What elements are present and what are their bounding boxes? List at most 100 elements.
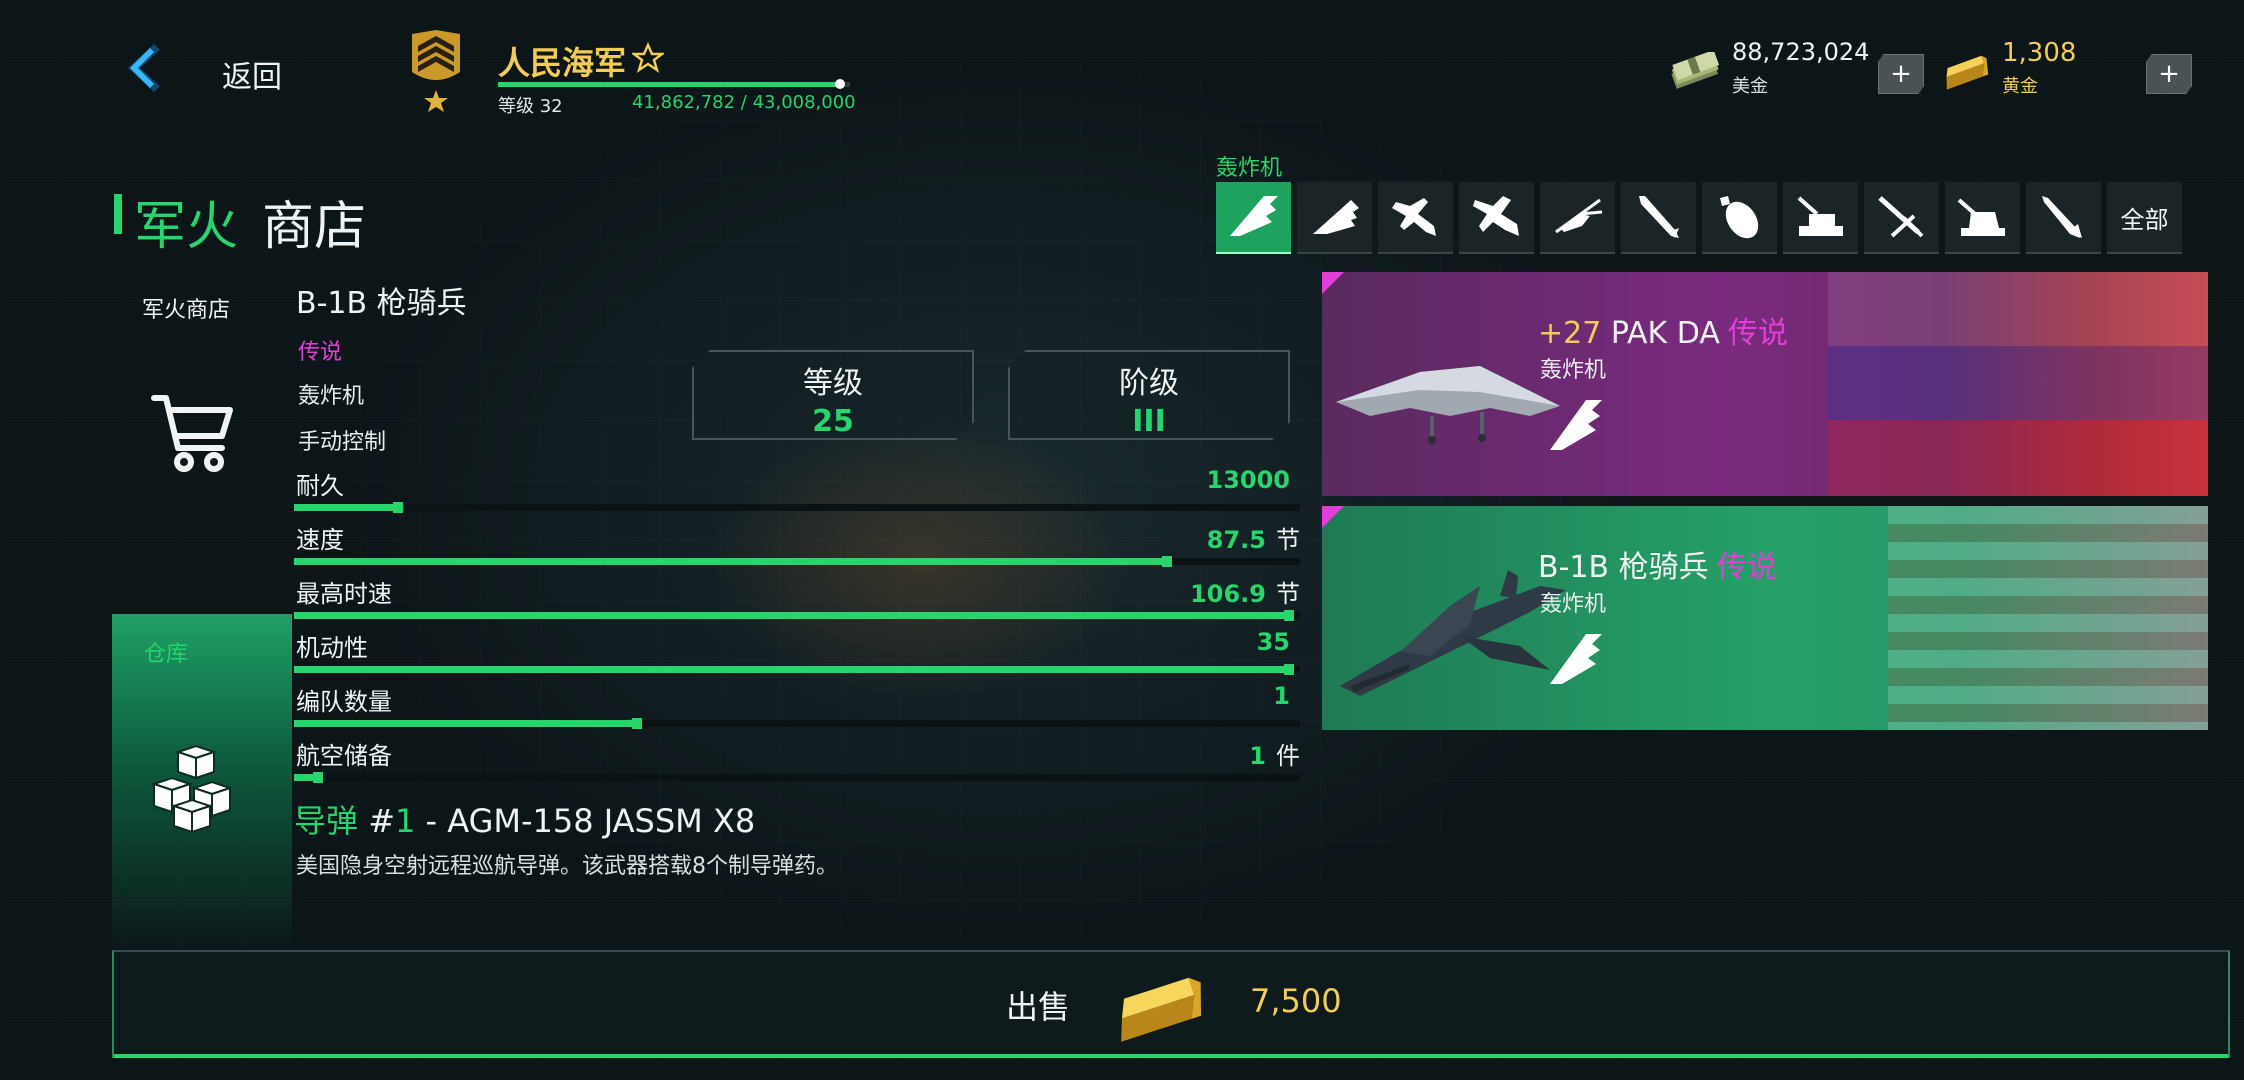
artillery-icon	[1877, 196, 1923, 238]
tab-all[interactable]: 全部	[2107, 182, 2182, 254]
tab-naval-gun[interactable]	[1945, 182, 2020, 254]
xp-progress-marker	[835, 79, 846, 89]
xp-counter: 41,862,782 / 43,008,000	[632, 92, 856, 113]
flying-wing-icon	[1312, 200, 1359, 234]
stat-bar	[294, 718, 1300, 729]
fighter-jet-icon	[1472, 196, 1519, 236]
helicopter-icon	[1554, 198, 1602, 234]
level-badge: 等级 25	[692, 350, 974, 440]
stealth-bomber-icon	[1544, 392, 1606, 454]
player-level: 等级 32	[498, 96, 563, 117]
card-type: 轰炸机	[1540, 358, 1607, 383]
sell-price: 7,500	[1250, 982, 1342, 1020]
xp-progress-fill	[498, 82, 841, 87]
missile-title: 导弹 #1 - AGM-158 JASSM X8	[294, 802, 756, 840]
cash-icon	[1668, 49, 1720, 92]
cash-label: 美金	[1732, 76, 1768, 97]
stat-row-air-reserve: 航空储备 1件	[294, 736, 1300, 790]
stat-bar	[294, 556, 1300, 567]
tier-badge: 阶级 III	[1008, 350, 1290, 440]
rocket-icon	[2041, 196, 2082, 238]
page-title-highlight: 军火	[134, 197, 239, 257]
item-card-pak-da[interactable]: +27 PAK DA 传说 轰炸机	[1322, 272, 2208, 496]
stat-bar-fill	[294, 610, 1294, 621]
tab-flying-wing[interactable]	[1297, 182, 1372, 254]
tab-stealth-bomber[interactable]	[1216, 182, 1291, 254]
unit-control-mode: 手动控制	[298, 430, 387, 455]
stat-value: 13000	[1206, 466, 1291, 494]
boxes-icon	[148, 744, 238, 834]
gold-bar-icon	[1940, 52, 1992, 92]
stat-bar-fill	[294, 772, 324, 783]
tab-bomb[interactable]	[1702, 182, 1777, 254]
card-title: +27 PAK DA 传说	[1538, 316, 1788, 351]
tab-missile[interactable]	[1621, 182, 1696, 254]
stat-bar-fill	[294, 502, 403, 513]
category-tabs: 全部	[1216, 182, 2182, 254]
level-badge-value: 25	[812, 404, 854, 439]
stat-bar-fill	[294, 718, 643, 729]
stat-value: 35	[1256, 628, 1290, 656]
rank-insignia-icon	[406, 30, 466, 114]
stat-row-top-speed: 最高时速 106.9 节	[294, 574, 1300, 628]
card-type: 轰炸机	[1540, 592, 1607, 617]
item-card-b1b-lancer[interactable]: B-1B 枪骑兵 传说 轰炸机	[1322, 506, 2208, 730]
level-badge-label: 等级	[803, 366, 863, 401]
stat-bar	[294, 772, 1300, 783]
stat-value: 87.5 节	[1206, 526, 1300, 554]
title-accent-bar	[114, 194, 122, 234]
stat-bar-fill	[294, 556, 1173, 567]
tab-rocket[interactable]	[2026, 182, 2101, 254]
add-gold-button[interactable]: +	[2146, 54, 2192, 94]
stat-label: 航空储备	[296, 742, 392, 770]
stat-value: 1件	[1249, 742, 1300, 770]
nav-item-warehouse[interactable]: 仓库	[112, 614, 292, 954]
stat-row-durability: 耐久 13000	[294, 466, 1300, 520]
nav-item-arms-shop[interactable]: 军火商店	[142, 292, 230, 324]
tier-badge-label: 阶级	[1119, 366, 1179, 401]
tab-artillery[interactable]	[1864, 182, 1939, 254]
stat-label: 速度	[296, 526, 344, 554]
stat-row-speed: 速度 87.5 节	[294, 520, 1300, 574]
stat-row-maneuverability: 机动性 35	[294, 628, 1300, 682]
gold-amount: 1,308	[2002, 38, 2077, 68]
category-label: 轰炸机	[1216, 156, 1283, 181]
cash-amount: 88,723,024	[1732, 38, 1870, 66]
xp-progress-bar	[498, 79, 850, 89]
star-icon	[630, 41, 666, 74]
shopping-cart-icon[interactable]	[150, 390, 236, 476]
anti-air-turret-icon	[1797, 196, 1843, 236]
back-button[interactable]: 返回	[222, 52, 282, 96]
add-cash-button[interactable]: +	[1878, 54, 1924, 94]
back-arrow-icon[interactable]	[118, 38, 168, 98]
stealth-bomber-icon	[1544, 626, 1606, 688]
stealth-bomber-icon	[1229, 196, 1278, 236]
missile-icon	[1638, 196, 1679, 238]
bomb-icon	[1719, 196, 1758, 239]
naval-gun-icon	[1957, 198, 2005, 236]
stat-label: 耐久	[296, 472, 344, 500]
tab-helicopter[interactable]	[1540, 182, 1615, 254]
unit-type: 轰炸机	[298, 384, 365, 409]
stat-label: 编队数量	[296, 688, 392, 716]
card-title: B-1B 枪骑兵 传说	[1538, 550, 1777, 585]
stat-value: 1	[1273, 682, 1290, 710]
stat-value: 106.9 节	[1190, 580, 1300, 608]
stat-bar-fill	[294, 664, 1294, 675]
stat-label: 最高时速	[296, 580, 392, 608]
sell-button[interactable]: 出售 7,500	[112, 950, 2230, 1058]
tier-badge-value: III	[1132, 404, 1166, 439]
gold-bar-icon	[1110, 966, 1210, 1046]
tab-all-label: 全部	[2120, 205, 2169, 234]
legendary-corner-marker	[1322, 272, 1344, 294]
stat-bar	[294, 502, 1300, 513]
sell-label: 出售	[1006, 988, 1071, 1026]
tab-anti-air[interactable]	[1783, 182, 1858, 254]
tab-fighter-2[interactable]	[1459, 182, 1534, 254]
fighter-jet-icon	[1391, 198, 1436, 236]
unit-name: B-1B 枪骑兵	[296, 286, 467, 321]
stat-bar	[294, 610, 1300, 621]
page-title: 商店	[262, 197, 367, 257]
unit-rarity: 传说	[298, 340, 343, 365]
tab-fighter[interactable]	[1378, 182, 1453, 254]
